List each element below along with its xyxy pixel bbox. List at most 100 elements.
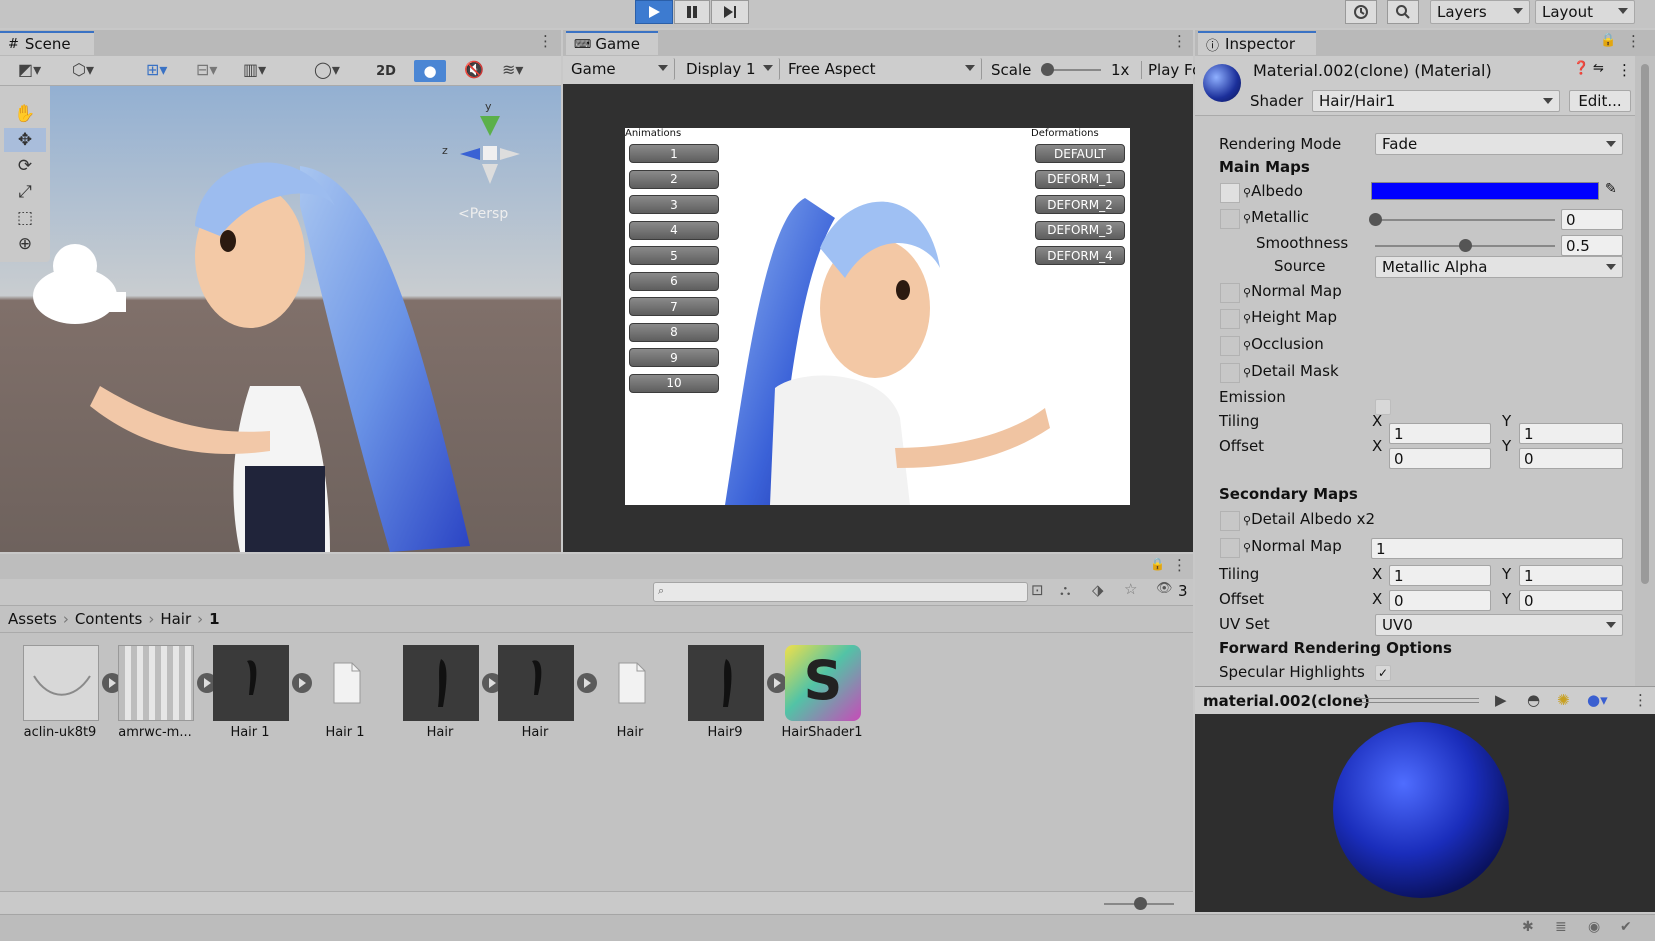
cache-icon[interactable]: ◉ [1588,919,1600,935]
animation-button[interactable]: 9 [629,348,719,367]
search-button[interactable] [1387,0,1419,24]
deform-button[interactable]: DEFORM_3 [1035,220,1125,240]
search-by-type-icon[interactable]: ⊡ [1031,581,1044,599]
edit-shader-button[interactable]: Edit... [1569,90,1631,112]
audio-mute-icon[interactable]: 🔇 [464,60,484,79]
move-tool[interactable]: ✥ [4,128,46,152]
icon-size-slider[interactable] [1104,897,1174,910]
normal-map-slot[interactable] [1220,283,1240,303]
status-check-icon[interactable]: ✔ [1620,919,1632,935]
preset-icon[interactable]: ⇋ [1593,61,1604,76]
draw-mode-icon[interactable]: ◩▾ [18,60,41,79]
tab-inspector[interactable]: ⓘ Inspector [1198,31,1316,55]
tab-scene[interactable]: # Scene [0,31,94,55]
lock-icon[interactable]: 🔒 [1600,33,1616,48]
animation-button[interactable]: 8 [629,322,719,342]
metallic-field[interactable]: 0 [1561,209,1623,230]
animation-button[interactable]: 7 [629,297,719,316]
metallic-slider-thumb[interactable] [1369,213,1382,226]
deform-button[interactable]: DEFAULT [1035,144,1125,163]
pause-button[interactable] [674,0,710,24]
breadcrumb-current[interactable]: 1 [209,610,219,628]
sec-offset-x-field[interactable]: 0 [1389,590,1491,611]
breadcrumb-assets[interactable]: Assets [8,610,57,628]
smoothness-slider-thumb[interactable] [1459,239,1472,252]
breadcrumb-contents[interactable]: Contents [75,610,142,628]
rotate-tool[interactable]: ⟳ [4,154,46,178]
hidden-packages-icon[interactable]: 👁 [1156,581,1173,596]
breadcrumb-hair[interactable]: Hair [160,610,191,628]
scene-menu-icon[interactable]: ⋮ [538,32,553,50]
scale-slider[interactable] [1041,63,1101,76]
layout-dropdown[interactable]: Layout [1535,0,1635,24]
metallic-slider[interactable] [1369,213,1555,226]
shading-icon[interactable]: ◯▾ [314,60,340,79]
uv-set-dropdown[interactable]: UV0 [1375,614,1623,636]
smoothness-field[interactable]: 0.5 [1561,235,1623,256]
transform-tool[interactable]: ⊕ [4,232,46,256]
preview-lights-icon[interactable]: ✺ [1557,691,1570,709]
persp-label[interactable]: <Persp [458,206,508,222]
render-mode-icon[interactable]: ⬡▾ [72,60,94,79]
twod-toggle[interactable]: 2D [368,60,404,82]
eyedropper-icon[interactable]: ✎ [1605,181,1617,197]
source-dropdown[interactable]: Metallic Alpha [1375,256,1623,278]
filter-label-icon[interactable]: ⬗ [1092,581,1104,599]
layers-dropdown[interactable]: Layers [1430,0,1530,24]
help-icon[interactable]: ❓ [1573,61,1589,76]
main-tiling-x-field[interactable]: 1 [1389,423,1491,444]
detail-albedo-slot[interactable] [1220,511,1240,531]
aspect-dropdown[interactable]: Free Aspect [782,58,982,80]
hand-tool[interactable]: ✋ [4,102,46,126]
grid-snap-icon[interactable]: ⊞▾ [146,60,167,79]
sec-tiling-y-field[interactable]: 1 [1519,565,1623,586]
albedo-color-swatch[interactable] [1371,182,1599,200]
bug-icon[interactable]: ✱ [1522,919,1534,935]
animation-button[interactable]: 3 [629,195,719,214]
project-menu-icon[interactable]: ⋮ [1172,556,1187,574]
deform-button[interactable]: DEFORM_4 [1035,246,1125,265]
inspector-scrollbar[interactable] [1635,56,1655,686]
secondary-normal-field[interactable]: 1 [1371,538,1623,559]
expand-arrow-icon[interactable] [767,673,787,693]
preview-resize-handle[interactable] [1357,698,1479,703]
shader-dropdown[interactable]: Hair/Hair1 [1312,90,1560,112]
specular-highlights-checkbox[interactable]: ✓ [1375,665,1391,681]
preview-sphere-icon[interactable]: ◓ [1527,691,1540,709]
inspector-menu-icon[interactable]: ⋮ [1626,32,1641,50]
sec-offset-y-field[interactable]: 0 [1519,590,1623,611]
project-lock-icon[interactable]: 🔒 [1150,557,1165,571]
effects-icon[interactable]: ≋▾ [502,60,523,79]
animation-button[interactable]: 1 [629,144,719,163]
secondary-normal-slot[interactable] [1220,538,1240,558]
detail-mask-slot[interactable] [1220,363,1240,383]
play-button[interactable] [635,0,673,24]
scale-tool[interactable]: ⤢ [4,180,46,204]
icon-size-slider-thumb[interactable] [1134,897,1147,910]
animation-button[interactable]: 6 [629,271,719,291]
main-offset-y-field[interactable]: 0 [1519,448,1623,469]
game-canvas[interactable]: Animations Deformations 1 2 3 4 5 6 7 8 9 10 DEFA… [625,128,1130,505]
material-preview[interactable] [1195,714,1655,912]
filter-type-icon[interactable]: ⛬ [1060,581,1071,599]
sec-tiling-x-field[interactable]: 1 [1389,565,1491,586]
history-button[interactable] [1345,0,1377,24]
game-dropdown[interactable]: Game [565,58,675,80]
favorite-star-icon[interactable]: ☆ [1124,580,1137,598]
occlusion-slot[interactable] [1220,336,1240,356]
increment-snap-icon[interactable]: ⊟▾ [196,60,217,79]
preview-shape-icon[interactable]: ●▾ [1587,691,1608,709]
game-menu-icon[interactable]: ⋮ [1172,32,1187,50]
scene-viewport[interactable]: y z <Persp ✋ ✥ ⟳ ⤢ ⬚ ⊕ [0,86,561,552]
animation-button[interactable]: 4 [629,220,719,240]
preview-menu-icon[interactable]: ⋮ [1633,691,1648,709]
rect-tool[interactable]: ⬚ [4,206,46,230]
lighting-toggle[interactable]: ● [414,60,446,82]
stack-icon[interactable]: ≣ [1555,919,1567,935]
display-dropdown[interactable]: Display 1 [680,58,780,80]
smoothness-slider[interactable] [1375,239,1555,252]
albedo-texture-slot[interactable] [1220,183,1240,203]
preview-play-icon[interactable]: ▶ [1495,691,1507,709]
rendering-mode-dropdown[interactable]: Fade [1375,133,1623,155]
inspector-scrollbar-thumb[interactable] [1641,64,1649,584]
